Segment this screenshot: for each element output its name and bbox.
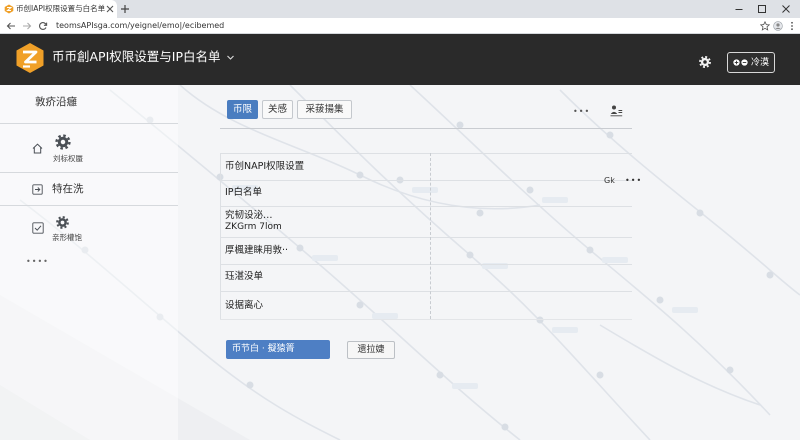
- list-row-1[interactable]: 币创NAPI权限设置: [220, 153, 632, 180]
- list-row-5[interactable]: 珏湛没单: [220, 264, 632, 291]
- row-label: 币创NAPI权限设置: [225, 161, 305, 172]
- url-field[interactable]: teomsAPIsga.com/yeignel/emo|/ecibemed: [56, 21, 224, 31]
- back-arrow-icon[interactable]: [6, 21, 16, 31]
- list-row-4[interactable]: 厚楓建睐用敦··: [220, 237, 632, 264]
- favicon-icon: [4, 4, 14, 14]
- profile-icon[interactable]: [773, 21, 783, 31]
- list-row-6[interactable]: 设据离心: [220, 291, 632, 319]
- add-circle-icon: [733, 59, 740, 66]
- close-tab-icon[interactable]: [106, 5, 114, 13]
- page-title: 币币創API权限设置与IP白名单: [52, 49, 221, 64]
- star-icon[interactable]: [760, 21, 770, 31]
- browser-tab[interactable]: 币创IAPI权限设置与白名单: [0, 0, 117, 18]
- toolbar-more[interactable]: •••: [573, 107, 590, 117]
- forward-arrow-icon[interactable]: [22, 21, 32, 31]
- tab-1[interactable]: 币限: [227, 100, 258, 119]
- remove-circle-icon: [741, 59, 748, 66]
- row-label: 究韧设泌…: [225, 210, 273, 221]
- maximize-icon[interactable]: [757, 4, 767, 14]
- address-bar: teomsAPIsga.com/yeignel/emo|/ecibemed: [0, 18, 800, 34]
- user-list-icon[interactable]: [610, 104, 623, 117]
- row-more[interactable]: •••: [625, 176, 642, 186]
- sidebar-title: 敦疥沿癰: [35, 96, 77, 108]
- arrow-in-box-icon: [32, 184, 43, 195]
- tab-title: 币创IAPI权限设置与白名单: [16, 4, 106, 13]
- sidebar: 敦疥沿癰 刘标权蜃 特在洗 亲形權饱 ••••: [0, 85, 178, 440]
- header-action-button[interactable]: 冷漠: [727, 52, 775, 73]
- row-label: 珏湛没单: [225, 271, 264, 282]
- gear-icon[interactable]: [698, 55, 712, 69]
- sidebar-item-label: 特在洗: [52, 183, 84, 195]
- logo-icon: [16, 43, 44, 73]
- column-divider: [430, 153, 431, 319]
- menu-dots-icon[interactable]: [787, 21, 797, 31]
- tab-strip: 币创IAPI权限设置与白名单: [0, 0, 800, 18]
- list-row-3[interactable]: 究韧设泌… ZKGrm 7lom: [220, 206, 632, 237]
- content-area: 敦疥沿癰 刘标权蜃 特在洗 亲形權饱 •••• 币限 关感 采菝揚集 ••• 币…: [0, 85, 800, 440]
- checkbox-icon: [32, 222, 44, 234]
- close-window-icon[interactable]: [781, 4, 791, 14]
- tab-3[interactable]: 采菝揚集: [297, 100, 352, 119]
- toolbar-divider: [220, 128, 632, 129]
- main-panel: 币限 关感 采菝揚集 ••• 币创NAPI权限设置 IP白名单 Gk ••• 究…: [218, 85, 641, 440]
- sidebar-item-3[interactable]: 亲形權饱: [0, 206, 178, 246]
- browser-window: 币创IAPI权限设置与白名单 teomsAPIsga.com/yeignel/e…: [0, 0, 800, 440]
- sidebar-more[interactable]: ••••: [26, 257, 49, 267]
- sidebar-item-2[interactable]: 特在洗: [0, 173, 178, 205]
- chevron-down-icon[interactable]: [226, 53, 235, 62]
- gear-icon: [55, 215, 70, 230]
- reload-icon[interactable]: [38, 21, 48, 31]
- primary-action-button[interactable]: 币节白 · 擬猿箐: [226, 340, 330, 359]
- new-tab-icon[interactable]: [120, 4, 130, 14]
- sidebar-item-label: 亲形權饱: [52, 233, 82, 242]
- home-icon: [32, 143, 43, 154]
- row-label: IP白名单: [225, 187, 263, 198]
- minimize-icon[interactable]: [734, 4, 744, 14]
- row-label: 设据离心: [225, 300, 264, 311]
- row-badge: Gk: [604, 176, 615, 185]
- sidebar-item-1[interactable]: 刘标权蜃: [0, 124, 178, 172]
- tab-2[interactable]: 关感: [262, 100, 293, 119]
- secondary-action-button[interactable]: 遗拉婕: [347, 341, 395, 359]
- sidebar-item-label: 刘标权蜃: [53, 154, 83, 163]
- row-sublabel: ZKGrm 7lom: [225, 222, 282, 232]
- list-bottom-border: [220, 319, 632, 320]
- header-action-label: 冷漠: [751, 58, 770, 68]
- list-row-2[interactable]: IP白名单 Gk •••: [220, 176, 641, 206]
- app-header: 币币創API权限设置与IP白名单 冷漠: [0, 34, 800, 85]
- row-label: 厚楓建睐用敦··: [225, 245, 289, 256]
- gear-icon: [54, 133, 72, 151]
